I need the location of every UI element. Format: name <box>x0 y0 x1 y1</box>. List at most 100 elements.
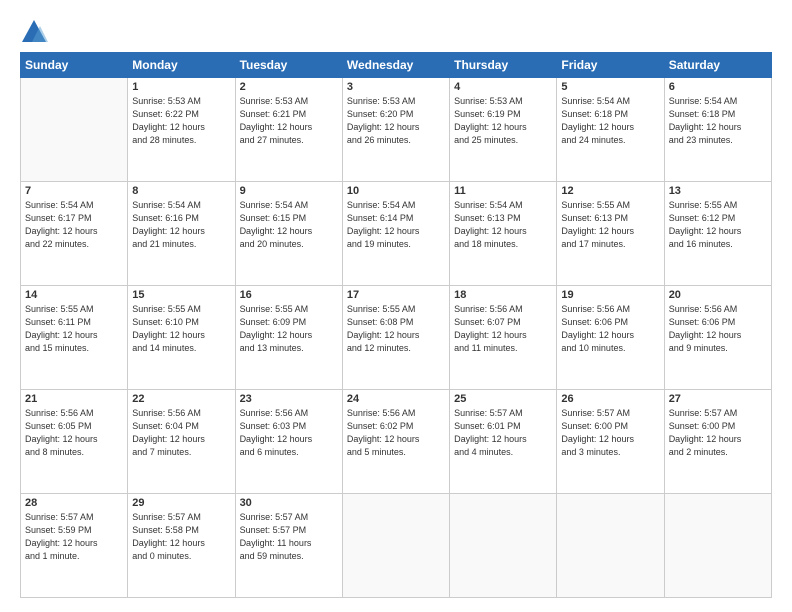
day-info: Sunrise: 5:53 AM Sunset: 6:20 PM Dayligh… <box>347 95 445 147</box>
day-info: Sunrise: 5:56 AM Sunset: 6:06 PM Dayligh… <box>561 303 659 355</box>
col-thursday: Thursday <box>450 53 557 78</box>
day-info: Sunrise: 5:54 AM Sunset: 6:16 PM Dayligh… <box>132 199 230 251</box>
day-number: 12 <box>561 185 659 197</box>
day-number: 7 <box>25 185 123 197</box>
calendar-cell: 3 Sunrise: 5:53 AM Sunset: 6:20 PM Daylig… <box>342 78 449 182</box>
calendar-cell: 27 Sunrise: 5:57 AM Sunset: 6:00 PM Dayli… <box>664 390 771 494</box>
calendar-cell <box>557 494 664 598</box>
calendar-cell: 7 Sunrise: 5:54 AM Sunset: 6:17 PM Daylig… <box>21 182 128 286</box>
day-number: 14 <box>25 289 123 301</box>
day-number: 19 <box>561 289 659 301</box>
col-friday: Friday <box>557 53 664 78</box>
day-number: 20 <box>669 289 767 301</box>
day-info: Sunrise: 5:53 AM Sunset: 6:19 PM Dayligh… <box>454 95 552 147</box>
day-info: Sunrise: 5:54 AM Sunset: 6:15 PM Dayligh… <box>240 199 338 251</box>
day-number: 28 <box>25 497 123 509</box>
day-number: 15 <box>132 289 230 301</box>
day-number: 3 <box>347 81 445 93</box>
day-info: Sunrise: 5:53 AM Sunset: 6:22 PM Dayligh… <box>132 95 230 147</box>
calendar-cell: 15 Sunrise: 5:55 AM Sunset: 6:10 PM Dayli… <box>128 286 235 390</box>
calendar-cell: 30 Sunrise: 5:57 AM Sunset: 5:57 PM Dayli… <box>235 494 342 598</box>
day-number: 5 <box>561 81 659 93</box>
day-info: Sunrise: 5:55 AM Sunset: 6:08 PM Dayligh… <box>347 303 445 355</box>
day-info: Sunrise: 5:54 AM Sunset: 6:18 PM Dayligh… <box>669 95 767 147</box>
col-sunday: Sunday <box>21 53 128 78</box>
calendar-cell: 22 Sunrise: 5:56 AM Sunset: 6:04 PM Dayli… <box>128 390 235 494</box>
col-monday: Monday <box>128 53 235 78</box>
day-info: Sunrise: 5:57 AM Sunset: 6:00 PM Dayligh… <box>669 407 767 459</box>
day-info: Sunrise: 5:56 AM Sunset: 6:05 PM Dayligh… <box>25 407 123 459</box>
day-number: 26 <box>561 393 659 405</box>
day-info: Sunrise: 5:57 AM Sunset: 5:59 PM Dayligh… <box>25 511 123 563</box>
calendar-cell <box>664 494 771 598</box>
calendar-week-row: 7 Sunrise: 5:54 AM Sunset: 6:17 PM Daylig… <box>21 182 772 286</box>
calendar-cell: 11 Sunrise: 5:54 AM Sunset: 6:13 PM Dayli… <box>450 182 557 286</box>
calendar-cell: 6 Sunrise: 5:54 AM Sunset: 6:18 PM Daylig… <box>664 78 771 182</box>
day-info: Sunrise: 5:55 AM Sunset: 6:10 PM Dayligh… <box>132 303 230 355</box>
calendar-header-row: Sunday Monday Tuesday Wednesday Thursday… <box>21 53 772 78</box>
day-number: 25 <box>454 393 552 405</box>
day-info: Sunrise: 5:57 AM Sunset: 6:01 PM Dayligh… <box>454 407 552 459</box>
calendar-cell <box>21 78 128 182</box>
calendar-cell: 16 Sunrise: 5:55 AM Sunset: 6:09 PM Dayli… <box>235 286 342 390</box>
day-number: 23 <box>240 393 338 405</box>
day-number: 18 <box>454 289 552 301</box>
calendar-cell: 26 Sunrise: 5:57 AM Sunset: 6:00 PM Dayli… <box>557 390 664 494</box>
calendar-cell: 2Sunrise: 5:53 AM Sunset: 6:21 PM Daylig… <box>235 78 342 182</box>
day-info: Sunrise: 5:55 AM Sunset: 6:12 PM Dayligh… <box>669 199 767 251</box>
calendar-table: Sunday Monday Tuesday Wednesday Thursday… <box>20 52 772 598</box>
day-number: 30 <box>240 497 338 509</box>
day-number: 11 <box>454 185 552 197</box>
day-number: 24 <box>347 393 445 405</box>
calendar-cell: 13 Sunrise: 5:55 AM Sunset: 6:12 PM Dayli… <box>664 182 771 286</box>
day-number: 10 <box>347 185 445 197</box>
day-number: 17 <box>347 289 445 301</box>
calendar-cell: 21Sunrise: 5:56 AM Sunset: 6:05 PM Dayli… <box>21 390 128 494</box>
calendar-cell: 4 Sunrise: 5:53 AM Sunset: 6:19 PM Daylig… <box>450 78 557 182</box>
calendar-week-row: 28 Sunrise: 5:57 AM Sunset: 5:59 PM Dayli… <box>21 494 772 598</box>
calendar-cell: 1 Sunrise: 5:53 AM Sunset: 6:22 PM Daylig… <box>128 78 235 182</box>
day-info: Sunrise: 5:56 AM Sunset: 6:06 PM Dayligh… <box>669 303 767 355</box>
calendar-cell: 23 Sunrise: 5:56 AM Sunset: 6:03 PM Dayli… <box>235 390 342 494</box>
day-info: Sunrise: 5:55 AM Sunset: 6:13 PM Dayligh… <box>561 199 659 251</box>
day-info: Sunrise: 5:54 AM Sunset: 6:14 PM Dayligh… <box>347 199 445 251</box>
day-info: Sunrise: 5:57 AM Sunset: 5:58 PM Dayligh… <box>132 511 230 563</box>
calendar-cell: 9 Sunrise: 5:54 AM Sunset: 6:15 PM Daylig… <box>235 182 342 286</box>
logo-icon <box>20 18 48 46</box>
day-number: 29 <box>132 497 230 509</box>
calendar-cell: 10 Sunrise: 5:54 AM Sunset: 6:14 PM Dayli… <box>342 182 449 286</box>
day-number: 13 <box>669 185 767 197</box>
calendar-cell: 17 Sunrise: 5:55 AM Sunset: 6:08 PM Dayli… <box>342 286 449 390</box>
day-info: Sunrise: 5:56 AM Sunset: 6:03 PM Dayligh… <box>240 407 338 459</box>
day-number: 6 <box>669 81 767 93</box>
day-number: 16 <box>240 289 338 301</box>
day-number: 27 <box>669 393 767 405</box>
day-info: Sunrise: 5:54 AM Sunset: 6:17 PM Dayligh… <box>25 199 123 251</box>
day-info: Sunrise: 5:56 AM Sunset: 6:04 PM Dayligh… <box>132 407 230 459</box>
header-row <box>20 18 772 46</box>
calendar-cell: 25 Sunrise: 5:57 AM Sunset: 6:01 PM Dayli… <box>450 390 557 494</box>
day-number: 22 <box>132 393 230 405</box>
day-info: Sunrise: 5:54 AM Sunset: 6:18 PM Dayligh… <box>561 95 659 147</box>
calendar-cell: 14Sunrise: 5:55 AM Sunset: 6:11 PM Dayli… <box>21 286 128 390</box>
day-number: 4 <box>454 81 552 93</box>
day-info: Sunrise: 5:54 AM Sunset: 6:13 PM Dayligh… <box>454 199 552 251</box>
calendar-cell: 8 Sunrise: 5:54 AM Sunset: 6:16 PM Daylig… <box>128 182 235 286</box>
day-number: 1 <box>132 81 230 93</box>
calendar-week-row: 1 Sunrise: 5:53 AM Sunset: 6:22 PM Daylig… <box>21 78 772 182</box>
day-info: Sunrise: 5:56 AM Sunset: 6:07 PM Dayligh… <box>454 303 552 355</box>
day-info: Sunrise: 5:56 AM Sunset: 6:02 PM Dayligh… <box>347 407 445 459</box>
calendar-cell: 20 Sunrise: 5:56 AM Sunset: 6:06 PM Dayli… <box>664 286 771 390</box>
calendar-week-row: 21Sunrise: 5:56 AM Sunset: 6:05 PM Dayli… <box>21 390 772 494</box>
day-info: Sunrise: 5:57 AM Sunset: 5:57 PM Dayligh… <box>240 511 338 563</box>
calendar-cell <box>342 494 449 598</box>
day-info: Sunrise: 5:57 AM Sunset: 6:00 PM Dayligh… <box>561 407 659 459</box>
calendar-cell: 12 Sunrise: 5:55 AM Sunset: 6:13 PM Dayli… <box>557 182 664 286</box>
day-info: Sunrise: 5:55 AM Sunset: 6:09 PM Dayligh… <box>240 303 338 355</box>
calendar-cell: 19 Sunrise: 5:56 AM Sunset: 6:06 PM Dayli… <box>557 286 664 390</box>
day-number: 8 <box>132 185 230 197</box>
day-number: 9 <box>240 185 338 197</box>
calendar-cell: 28 Sunrise: 5:57 AM Sunset: 5:59 PM Dayli… <box>21 494 128 598</box>
day-info: Sunrise: 5:53 AM Sunset: 6:21 PM Dayligh… <box>240 95 338 147</box>
calendar-cell: 18 Sunrise: 5:56 AM Sunset: 6:07 PM Dayli… <box>450 286 557 390</box>
